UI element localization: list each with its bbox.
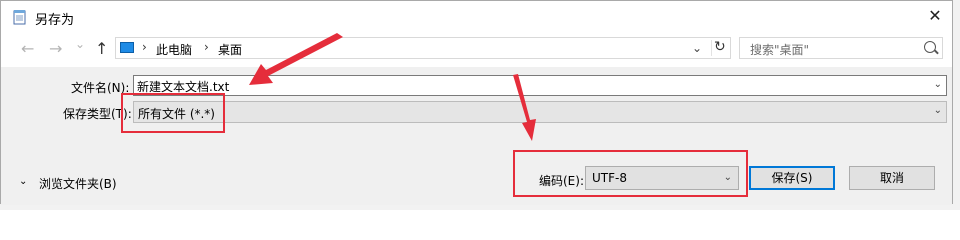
search-box[interactable]: 搜索"桌面" <box>739 37 943 59</box>
window-title: 另存为 <box>35 13 75 28</box>
address-dropdown-icon[interactable]: ⌄ <box>692 41 702 55</box>
up-folder-icon[interactable]: ↑ <box>95 39 108 58</box>
breadcrumb-separator-icon: › <box>142 40 147 54</box>
address-bar[interactable]: › 此电脑 › 桌面 ⌄ ↻ <box>115 37 731 59</box>
chevron-down-icon: ⌄ <box>19 176 28 187</box>
filename-input[interactable]: 新建文本文档.txt ⌄ <box>133 75 947 96</box>
chevron-down-icon[interactable]: ⌄ <box>934 79 942 90</box>
save-options-panel: 文件名(N): 新建文本文档.txt ⌄ 保存类型(T): 所有文件 (*.*)… <box>1 67 952 205</box>
close-button[interactable]: ✕ <box>918 1 952 33</box>
annotation-box-filetype <box>121 93 225 133</box>
back-icon[interactable]: ← <box>21 39 34 58</box>
filetype-select[interactable]: 所有文件 (*.*) ⌄ <box>133 101 947 123</box>
search-placeholder: 搜索"桌面" <box>750 43 810 57</box>
search-icon[interactable] <box>924 41 936 53</box>
cancel-button[interactable]: 取消 <box>849 166 935 190</box>
breadcrumb-separator-icon: › <box>204 40 209 54</box>
recent-locations-icon[interactable]: ⌄ <box>75 37 85 51</box>
this-pc-icon <box>120 42 134 53</box>
refresh-icon[interactable]: ↻ <box>714 39 726 55</box>
chevron-down-icon[interactable]: ⌄ <box>934 105 942 116</box>
save-button[interactable]: 保存(S) <box>749 166 835 190</box>
notepad-icon <box>13 9 27 25</box>
navigation-bar: ← → ⌄ ↑ › 此电脑 › 桌面 ⌄ ↻ 搜索"桌面" <box>1 33 952 67</box>
forward-icon[interactable]: → <box>49 39 62 58</box>
breadcrumb-this-pc[interactable]: 此电脑 <box>156 41 192 58</box>
annotation-box-encoding <box>513 150 748 197</box>
window-shadow-right <box>953 0 960 210</box>
title-bar[interactable]: 另存为 ✕ <box>1 1 952 33</box>
browse-folders-label: 浏览文件夹(B) <box>39 177 117 191</box>
divider <box>711 40 712 56</box>
close-icon: ✕ <box>928 6 942 25</box>
breadcrumb-desktop[interactable]: 桌面 <box>218 41 242 58</box>
